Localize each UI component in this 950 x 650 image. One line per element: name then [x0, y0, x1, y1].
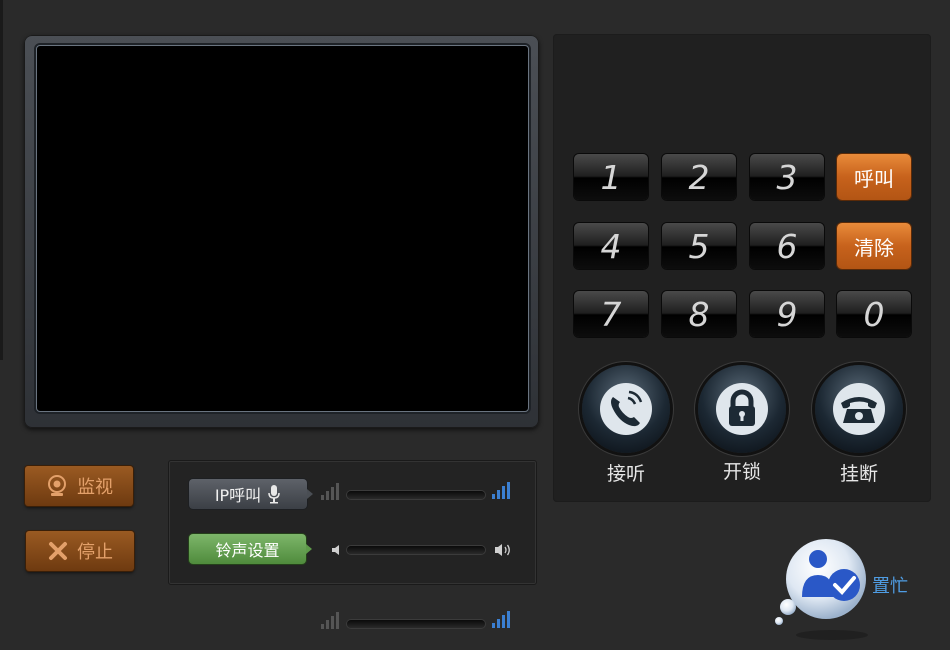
- key-1[interactable]: 1: [574, 154, 648, 200]
- key-0[interactable]: 0: [837, 291, 911, 337]
- key-3[interactable]: 3: [750, 154, 824, 200]
- signal-high-icon: [492, 482, 510, 499]
- clear-button[interactable]: 清除: [837, 223, 911, 269]
- speaker-high-icon: [495, 544, 510, 556]
- unlock-button[interactable]: [698, 365, 786, 453]
- ringtone-volume-slider[interactable]: [347, 546, 485, 554]
- stop-button[interactable]: 停止: [26, 531, 134, 571]
- output-volume-slider[interactable]: [347, 620, 485, 628]
- answer-label: 接听: [606, 463, 645, 485]
- close-icon: [49, 542, 67, 560]
- key-2[interactable]: 2: [662, 154, 736, 200]
- keypad-panel: 1 2 3 呼叫 4 5 6 清除 7 8 9 0 接听 开锁 挂断: [553, 34, 931, 502]
- ip-call-button[interactable]: IP呼叫: [189, 479, 313, 509]
- left-edge-strip: [0, 0, 3, 360]
- key-8[interactable]: 8: [662, 291, 736, 337]
- audio-settings-panel: IP呼叫 铃声设置: [168, 460, 537, 585]
- webcam-icon: [48, 475, 66, 496]
- busy-status-icon[interactable]: [772, 537, 872, 642]
- signal-high-icon-2: [492, 611, 510, 628]
- video-frame: [24, 35, 539, 428]
- stop-label: 停止: [77, 542, 113, 563]
- hangup-label: 挂断: [839, 463, 878, 485]
- ip-call-label: IP呼叫: [214, 486, 262, 505]
- monitor-label: 监视: [77, 477, 113, 498]
- pill-arrow: [306, 544, 312, 554]
- desk-phone-icon: [833, 383, 885, 435]
- call-button[interactable]: 呼叫: [837, 154, 911, 200]
- busy-label[interactable]: 置忙: [872, 572, 908, 598]
- key-7[interactable]: 7: [574, 291, 648, 337]
- hangup-button[interactable]: [815, 365, 903, 453]
- video-screen: [36, 45, 529, 412]
- phone-handset-icon: [600, 383, 652, 435]
- key-9[interactable]: 9: [750, 291, 824, 337]
- monitor-button[interactable]: 监视: [25, 466, 133, 506]
- ringtone-settings-button[interactable]: 铃声设置: [189, 534, 312, 564]
- unlock-label: 开锁: [722, 461, 761, 483]
- key-6[interactable]: 6: [750, 223, 824, 269]
- answer-button[interactable]: [582, 365, 670, 453]
- speaker-low-icon: [332, 545, 339, 555]
- signal-low-icon-2: [321, 612, 339, 629]
- signal-low-icon: [321, 483, 339, 500]
- ringtone-label: 铃声设置: [215, 541, 280, 560]
- padlock-icon: [716, 383, 768, 435]
- mic-volume-slider[interactable]: [347, 491, 485, 499]
- key-5[interactable]: 5: [662, 223, 736, 269]
- pill-arrow: [307, 489, 313, 499]
- key-4[interactable]: 4: [574, 223, 648, 269]
- microphone-icon: [268, 485, 280, 504]
